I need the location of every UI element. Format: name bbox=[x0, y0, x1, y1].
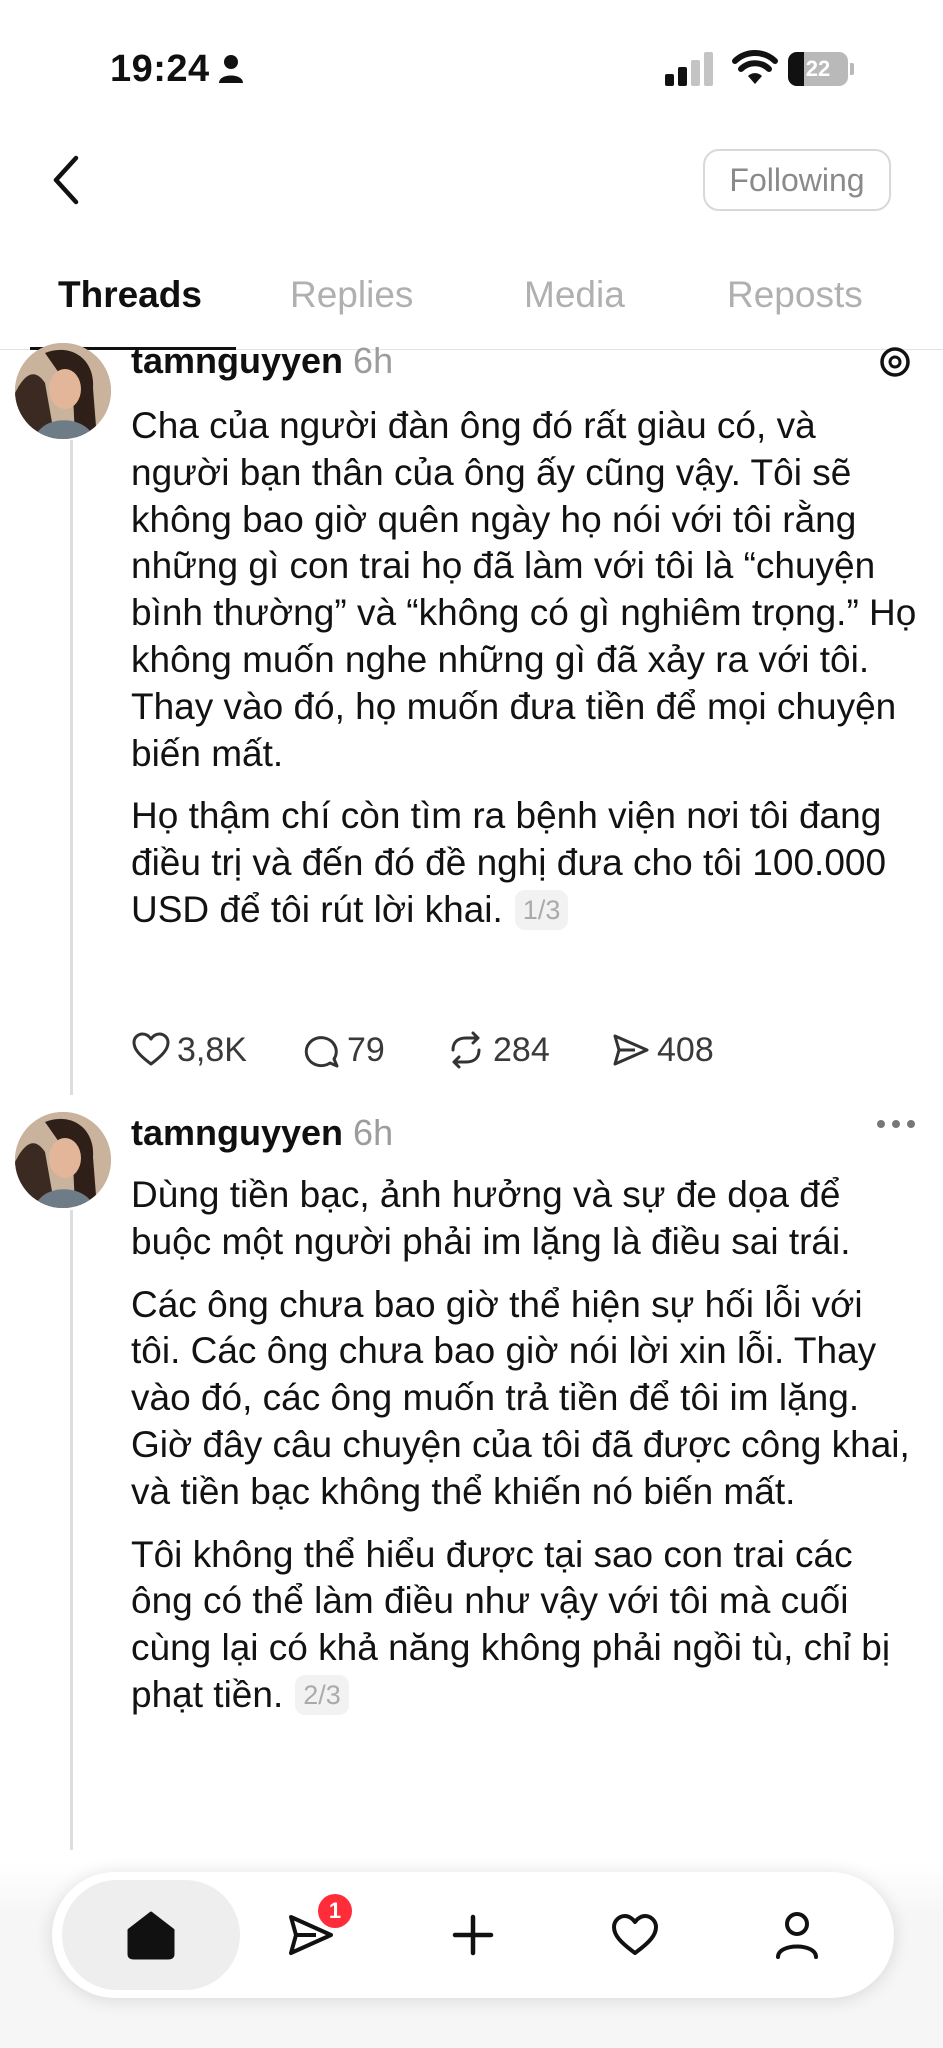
messages-badge: 1 bbox=[318, 1894, 352, 1928]
post-actions: 3,8K 79 284 408 bbox=[131, 1025, 831, 1075]
back-chevron-icon bbox=[53, 155, 79, 205]
thread-pager: 2/3 bbox=[295, 1674, 349, 1715]
comment-count: 79 bbox=[347, 1030, 385, 1069]
back-button[interactable] bbox=[48, 152, 98, 212]
home-icon bbox=[127, 1911, 175, 1960]
post-paragraph-with-pager: Tôi không thể hiểu được tại sao con trai… bbox=[131, 1532, 921, 1719]
like-count: 3,8K bbox=[177, 1030, 247, 1069]
avatar-image bbox=[15, 343, 111, 439]
post-text: Cha của người đàn ông đó rất giàu có, và… bbox=[131, 403, 921, 950]
repost-button[interactable]: 284 bbox=[445, 1025, 550, 1075]
post-time: 6h bbox=[353, 1112, 394, 1153]
post-paragraph: Cha của người đàn ông đó rất giàu có, và… bbox=[131, 405, 917, 774]
wifi-icon bbox=[732, 50, 778, 84]
nav-messages[interactable]: 1 bbox=[256, 1872, 366, 1998]
post-text: Dùng tiền bạc, ảnh hưởng và sự đe dọa để… bbox=[131, 1172, 921, 1735]
status-bar: 19:24 22 bbox=[0, 0, 943, 140]
heart-icon bbox=[612, 1914, 658, 1955]
thread-connector-line bbox=[70, 440, 73, 1095]
post-paragraph: Các ông chưa bao giờ thể hiện sự hối lỗi… bbox=[131, 1283, 910, 1512]
profile-icon bbox=[776, 1912, 818, 1959]
like-button[interactable]: 3,8K bbox=[131, 1025, 247, 1075]
nav-profile[interactable] bbox=[742, 1872, 852, 1998]
share-icon bbox=[613, 1034, 649, 1066]
tab-threads[interactable]: Threads bbox=[58, 274, 202, 316]
post-header: tamnguyyen 6h bbox=[131, 340, 393, 382]
tab-reposts[interactable]: Reposts bbox=[727, 274, 863, 316]
post-paragraph-with-pager: Họ thậm chí còn tìm ra bệnh viện nơi tôi… bbox=[131, 793, 921, 933]
post-paragraph: Họ thậm chí còn tìm ra bệnh viện nơi tôi… bbox=[131, 795, 887, 930]
status-time: 19:24 bbox=[110, 48, 210, 90]
post-paragraph: Dùng tiền bạc, ảnh hưởng và sự đe dọa để… bbox=[131, 1174, 851, 1262]
tab-media[interactable]: Media bbox=[524, 274, 625, 316]
username[interactable]: tamnguyyen bbox=[131, 1112, 343, 1153]
following-button[interactable]: Following bbox=[703, 149, 891, 211]
share-count: 408 bbox=[657, 1030, 714, 1069]
tab-replies[interactable]: Replies bbox=[290, 274, 413, 316]
bottom-nav-bar: 1 bbox=[52, 1872, 894, 1998]
thread-pager: 1/3 bbox=[514, 889, 569, 930]
post-time: 6h bbox=[353, 340, 394, 381]
threads-logo-icon[interactable] bbox=[878, 345, 912, 379]
nav-create[interactable] bbox=[418, 1872, 528, 1998]
person-icon bbox=[219, 55, 243, 83]
post-paragraph: Tôi không thể hiểu được tại sao con trai… bbox=[131, 1533, 891, 1715]
nav-activity[interactable] bbox=[580, 1872, 690, 1998]
avatar-image bbox=[15, 1112, 111, 1208]
post-header: tamnguyyen 6h bbox=[131, 1112, 393, 1154]
avatar[interactable] bbox=[15, 343, 111, 439]
signal-icon bbox=[665, 52, 713, 86]
heart-icon bbox=[132, 1032, 170, 1066]
battery-indicator: 22 bbox=[788, 52, 854, 86]
avatar[interactable] bbox=[15, 1112, 111, 1208]
more-icon[interactable] bbox=[876, 1118, 916, 1130]
share-button[interactable]: 408 bbox=[611, 1025, 714, 1075]
nav-home[interactable] bbox=[96, 1872, 206, 1998]
battery-level: 22 bbox=[805, 56, 831, 81]
repost-icon bbox=[451, 1031, 481, 1069]
plus-icon bbox=[452, 1914, 494, 1956]
username[interactable]: tamnguyyen bbox=[131, 340, 343, 381]
comment-button[interactable]: 79 bbox=[301, 1025, 385, 1075]
thread-connector-line bbox=[70, 1210, 73, 1850]
repost-count: 284 bbox=[493, 1030, 550, 1069]
profile-tabs: Threads Replies Media Reposts bbox=[0, 262, 943, 350]
comment-icon bbox=[304, 1036, 339, 1068]
